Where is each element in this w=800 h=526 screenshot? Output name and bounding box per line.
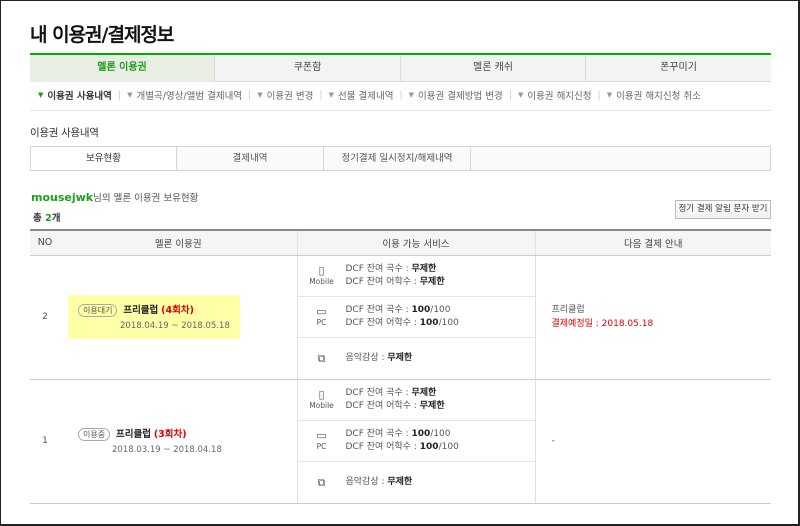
subtab-pause-history[interactable]: 정기결제 일시정지/해제내역 xyxy=(324,147,471,170)
triangle-down-icon: ▼ xyxy=(517,91,524,99)
subtab-empty xyxy=(471,147,770,170)
triangle-down-icon: ▼ xyxy=(408,91,415,99)
ticket-period: 2018.03.19 ~ 2018.04.18 xyxy=(112,445,222,455)
tab-phone-decor[interactable]: 폰꾸미기 xyxy=(586,55,771,82)
table-row: 1 이용중 프리클럽 (3회차) 2018.03.19 ~ 2018.04.18… xyxy=(30,379,771,504)
username: mousejwk xyxy=(31,191,94,204)
subnav-ticket-change[interactable]: ▼ 이용권 변경 xyxy=(257,88,313,102)
ticket-count: 총 2개 xyxy=(33,213,61,224)
ticket-info: 이용중 프리클럽 (3회차) 2018.03.19 ~ 2018.04.18 xyxy=(68,419,232,463)
section-title: 이용권 사용내역 xyxy=(30,127,99,139)
subnav-gift-payment[interactable]: ▼ 선물 결제내역 xyxy=(329,88,394,102)
triangle-down-icon: ▼ xyxy=(606,91,613,99)
subtab-payments[interactable]: 결제내역 xyxy=(177,147,324,170)
page-title: 내 이용권/결제정보 xyxy=(30,24,174,46)
row-no: 2 xyxy=(30,255,60,380)
triangle-down-icon: ▼ xyxy=(38,91,44,99)
service-streaming: ⧉ 음악감상 : 무제한 xyxy=(298,338,535,379)
status-badge: 이용중 xyxy=(78,428,111,441)
tab-melon-ticket[interactable]: 멜론 이용권 xyxy=(30,55,215,82)
subnav-usage-history[interactable]: ▼ 이용권 사용내역 xyxy=(38,88,112,102)
subnav-individual-payment[interactable]: ▼ 개별곡/영상/앨범 결제내역 xyxy=(127,88,242,102)
divider xyxy=(30,110,771,111)
subnav-cancel-request[interactable]: ▼ 이용권 해지신청 xyxy=(518,88,592,102)
ticket-table: NO 멜론 이용권 이용 가능 서비스 다음 결제 안내 2 이용대기 프리클럽… xyxy=(30,229,771,504)
ticket-name: 프리클럽 xyxy=(123,305,159,316)
sms-alert-button[interactable]: 정기 결제 알림 문자 받기 xyxy=(675,200,771,219)
service-pc: ▭ PC DCF 잔여 곡수 : 100/100 DCF 잔여 어학수 : 100… xyxy=(297,297,535,338)
tab-melon-cash[interactable]: 멜론 캐쉬 xyxy=(401,55,586,82)
subnav-cancel-withdraw[interactable]: ▼ 이용권 해지신청 취소 xyxy=(607,88,701,102)
next-payment-name: 프리클럽 xyxy=(551,305,585,315)
next-payment-date: 결제예정일 : 2018.05.18 xyxy=(551,319,654,329)
mobile-phone-icon: ▯ xyxy=(318,387,325,401)
ticket-period: 2018.04.19 ~ 2018.05.18 xyxy=(120,321,230,331)
main-tabs: 멜론 이용권 쿠폰함 멜론 캐쉬 폰꾸미기 xyxy=(30,53,771,82)
ticket-name: 프리클럽 xyxy=(115,429,151,440)
owner-line: mousejwk님의 멜론 이용권 보유현황 xyxy=(31,191,199,204)
row-no: 1 xyxy=(30,379,60,504)
header-service: 이용 가능 서비스 xyxy=(297,229,536,256)
service-mobile: ▯ Mobile DCF 잔여 곡수 : 무제한 DCF 잔여 어학수 : 무제한 xyxy=(297,256,535,297)
subnav-payment-method[interactable]: ▼ 이용권 결제방법 변경 xyxy=(409,88,503,102)
tab-coupon[interactable]: 쿠폰함 xyxy=(215,55,401,82)
table-row: 2 이용대기 프리클럽 (4회차) 2018.04.19 ~ 2018.05.1… xyxy=(30,255,771,380)
triangle-down-icon: ▼ xyxy=(257,91,263,99)
subtab-holdings[interactable]: 보유현황 xyxy=(31,147,177,170)
monitor-icon: ▭ xyxy=(316,304,327,318)
mobile-phone-icon: ▯ xyxy=(318,263,325,277)
status-badge: 이용대기 xyxy=(78,304,118,317)
service-pc: ▭ PC DCF 잔여 곡수 : 100/100 DCF 잔여 어학수 : 100… xyxy=(297,421,535,462)
sub-nav: ▼ 이용권 사용내역 | ▼ 개별곡/영상/앨범 결제내역 | ▼ 이용권 변경 | … xyxy=(38,88,701,103)
triangle-down-icon: ▼ xyxy=(127,91,133,99)
sub-tabs: 보유현황 결제내역 정기결제 일시정지/해제내역 xyxy=(30,146,771,171)
service-streaming: ⧉ 음악감상 : 무제한 xyxy=(298,462,535,503)
next-payment-name: - xyxy=(551,436,555,446)
header-no: NO xyxy=(30,229,60,256)
ticket-round: (3회차) xyxy=(153,429,187,440)
service-mobile: ▯ Mobile DCF 잔여 곡수 : 무제한 DCF 잔여 어학수 : 무제한 xyxy=(297,380,535,421)
ticket-round: (4회차) xyxy=(161,305,194,316)
multi-device-icon: ⧉ xyxy=(317,475,326,489)
header-ticket: 멜론 이용권 xyxy=(60,229,298,256)
multi-device-icon: ⧉ xyxy=(317,351,326,365)
ticket-highlight: 이용대기 프리클럽 (4회차) 2018.04.19 ~ 2018.05.18 xyxy=(68,295,240,339)
monitor-icon: ▭ xyxy=(316,428,327,442)
triangle-down-icon: ▼ xyxy=(328,91,334,99)
header-next-payment: 다음 결제 안내 xyxy=(535,229,771,256)
